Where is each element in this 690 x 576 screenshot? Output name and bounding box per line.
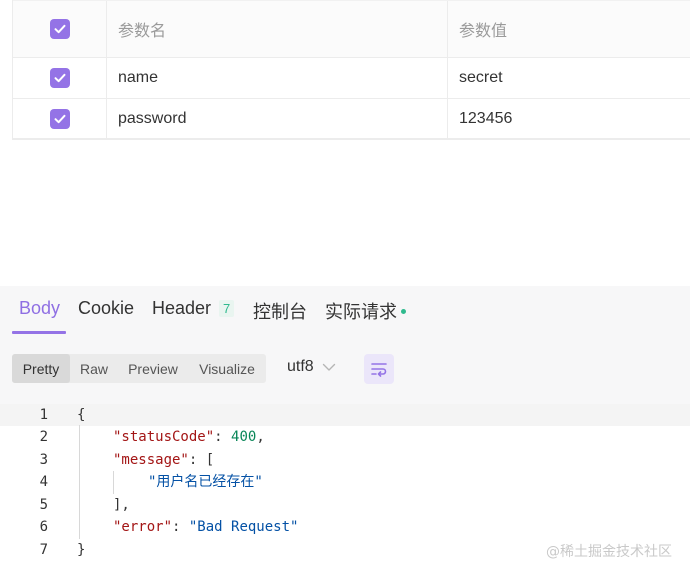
param-check-cell	[13, 99, 107, 138]
active-tab-indicator	[12, 331, 66, 334]
json-comma: ,	[256, 429, 265, 445]
json-colon: :	[188, 452, 206, 468]
param-value-cell[interactable]: secret	[448, 58, 690, 98]
chevron-down-icon	[322, 363, 335, 371]
code-text: }	[77, 539, 85, 561]
param-row: password 123456	[13, 99, 690, 139]
json-colon: :	[172, 519, 189, 535]
json-key: "message"	[113, 452, 189, 468]
code-text: "message": [	[113, 449, 214, 471]
word-wrap-button[interactable]	[364, 354, 394, 384]
response-toolbar: Pretty Raw Preview Visualize utf8	[0, 352, 690, 386]
view-mode-visualize[interactable]: Visualize	[188, 354, 266, 383]
param-name-cell[interactable]: password	[107, 99, 448, 138]
code-text: {	[77, 404, 85, 426]
wrap-lines-icon	[371, 363, 387, 377]
tab-body[interactable]: Body	[19, 298, 60, 319]
code-line: 4 "用户名已经存在"	[0, 471, 690, 493]
tab-body-label: Body	[19, 298, 61, 318]
tab-actual-request-label: 实际请求	[325, 302, 397, 322]
view-mode-switcher: Pretty Raw Preview Visualize	[12, 354, 266, 383]
param-value-cell[interactable]: 123456	[448, 99, 690, 138]
code-text: "error": "Bad Request"	[113, 516, 298, 538]
encoding-select[interactable]: utf8	[287, 358, 336, 376]
line-number: 4	[39, 474, 48, 490]
param-name-header: 参数名	[107, 1, 448, 57]
encoding-value: utf8	[287, 358, 314, 375]
json-key: "statusCode"	[113, 429, 215, 445]
json-bracket: [	[205, 452, 215, 468]
json-string: "用户名已经存在"	[148, 474, 263, 490]
status-dot-icon	[401, 308, 406, 314]
json-key: "error"	[113, 519, 173, 535]
param-name-cell[interactable]: name	[107, 58, 448, 98]
view-mode-raw[interactable]: Raw	[70, 354, 118, 383]
view-mode-preview[interactable]: Preview	[118, 354, 188, 383]
response-tabs: Body Cookie Header 7 控制台 实际请求	[0, 286, 690, 334]
param-checkbox[interactable]	[49, 68, 70, 88]
check-icon	[54, 24, 65, 34]
param-value-header: 参数值	[459, 23, 508, 40]
select-all-cell	[13, 1, 107, 57]
code-line: 6 "error": "Bad Request"	[0, 516, 690, 538]
line-number: 1	[39, 407, 48, 423]
code-text: "用户名已经存在"	[148, 471, 263, 493]
json-colon: :	[214, 429, 232, 445]
indent-guide	[113, 471, 114, 494]
tab-actual-request[interactable]: 实际请求	[325, 298, 406, 324]
param-checkbox[interactable]	[49, 108, 70, 129]
param-check-cell	[13, 58, 107, 98]
response-panel: Body Cookie Header 7 控制台 实际请求 Pretty Raw…	[0, 286, 690, 576]
code-token: {	[77, 407, 86, 423]
code-line: 2 "statusCode": 400,	[0, 426, 690, 448]
code-token: ],	[113, 497, 130, 513]
param-row: name secret	[13, 58, 690, 99]
check-icon	[54, 114, 65, 123]
tab-cookie-label: Cookie	[78, 298, 135, 318]
tab-console-label: 控制台	[253, 302, 307, 322]
json-number: 400	[231, 429, 257, 445]
tab-cookie[interactable]: Cookie	[78, 298, 134, 319]
code-text: "statusCode": 400,	[113, 426, 265, 448]
tab-header-label: Header	[152, 298, 212, 318]
code-line: 5 ],	[0, 494, 690, 516]
header-count-badge: 7	[219, 300, 235, 317]
view-mode-pretty[interactable]: Pretty	[12, 354, 70, 383]
tab-header[interactable]: Header 7	[152, 298, 235, 319]
params-header-row: 参数名 参数值	[13, 0, 690, 58]
line-number: 6	[39, 519, 48, 535]
line-number: 5	[39, 497, 48, 513]
params-table: 参数名 参数值 name secret password 123456	[12, 0, 690, 140]
watermark: @稀土掘金技术社区	[546, 544, 672, 560]
line-number: 3	[39, 452, 48, 468]
select-all-checkbox[interactable]	[49, 19, 70, 39]
code-token: }	[77, 542, 86, 558]
line-number: 7	[39, 542, 48, 558]
tab-console[interactable]: 控制台	[253, 298, 307, 324]
code-line: 3 "message": [	[0, 449, 690, 471]
json-string: "Bad Request"	[188, 519, 299, 535]
code-line: 1 {	[0, 404, 690, 426]
line-number: 2	[39, 429, 48, 445]
code-text: ],	[113, 494, 130, 516]
indent-guide	[79, 425, 80, 539]
check-icon	[54, 73, 65, 83]
